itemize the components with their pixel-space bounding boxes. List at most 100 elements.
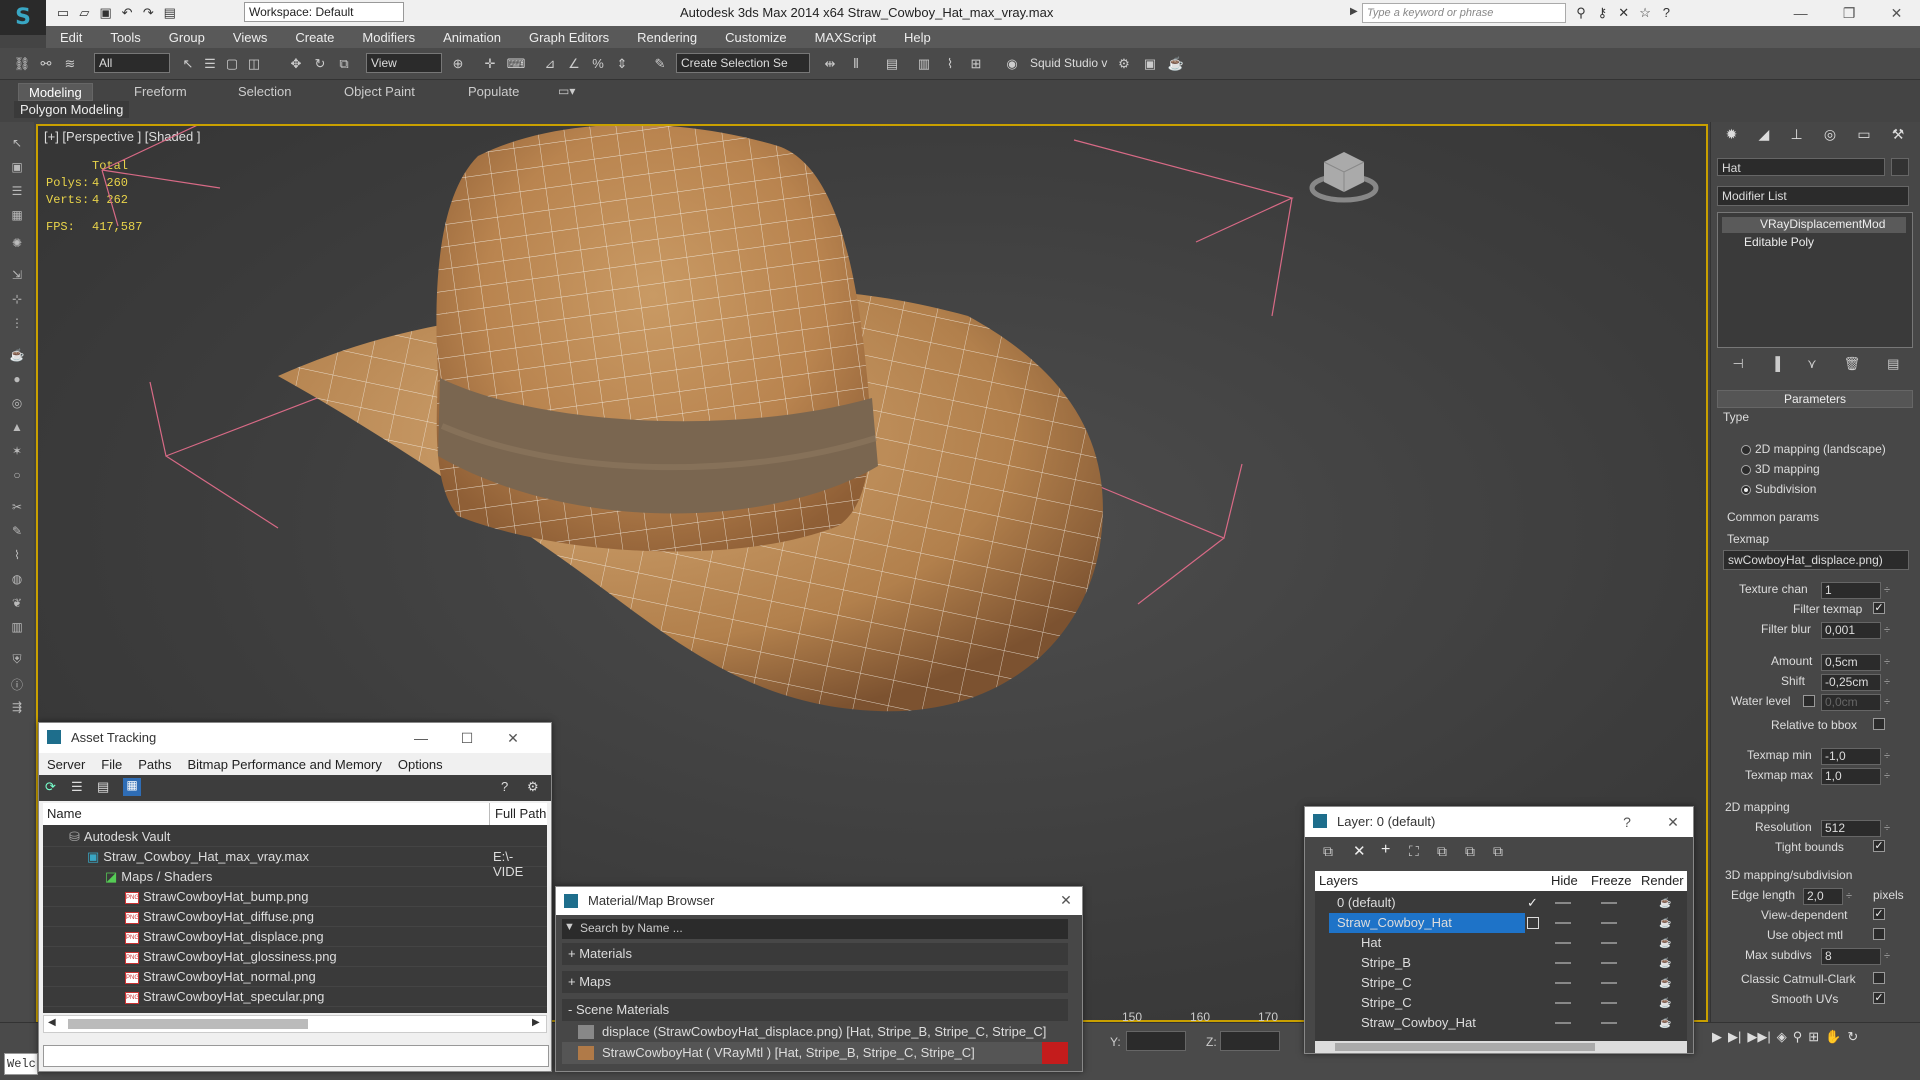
pivot-center-icon[interactable]: ⊕ xyxy=(448,54,468,74)
sphere-tool-icon[interactable]: ● xyxy=(8,372,26,388)
y-coord-input[interactable] xyxy=(1126,1031,1186,1051)
menu-tools[interactable]: Tools xyxy=(96,30,154,45)
select-manipulate-icon[interactable]: ✛ xyxy=(480,54,500,74)
leaf-tool-icon[interactable]: ❦ xyxy=(8,596,26,612)
restore-icon[interactable]: ❐ xyxy=(1843,5,1856,22)
hide-all-icon[interactable]: ⧉ xyxy=(1465,843,1475,860)
star-icon[interactable]: ☆ xyxy=(1636,4,1654,22)
bind-space-warp-icon[interactable]: ≋ xyxy=(60,54,80,74)
layer-window-titlebar[interactable]: Layer: 0 (default) ? ✕ xyxy=(1305,807,1693,837)
radio-2d-mapping[interactable] xyxy=(1741,445,1751,455)
material-editor-icon[interactable]: ◉ xyxy=(1002,54,1022,74)
hide-toggle[interactable] xyxy=(1555,922,1571,924)
render-teapot-icon[interactable]: ☕ xyxy=(1659,958,1671,969)
close-icon[interactable]: ✕ xyxy=(501,727,525,749)
grid-tool-icon[interactable]: ▦ xyxy=(8,208,26,224)
search-expand-icon[interactable]: ▶ xyxy=(1350,6,1360,20)
render-teapot-icon[interactable]: ☕ xyxy=(1659,998,1671,1009)
render-teapot-icon[interactable]: ☕ xyxy=(1659,1018,1671,1029)
relative-bbox-checkbox[interactable] xyxy=(1873,718,1885,730)
next-frame-icon[interactable]: ▶| xyxy=(1728,1029,1741,1075)
table-row[interactable]: ◪ Maps / Shaders xyxy=(43,867,547,887)
keyboard-shortcut-icon[interactable]: ⌨ xyxy=(506,54,526,74)
highlight-layer-icon[interactable]: ⧉ xyxy=(1437,843,1447,860)
menu-paths[interactable]: Paths xyxy=(130,757,179,772)
pivot-tool-icon[interactable]: ⊹ xyxy=(8,292,26,308)
scroll-left-icon[interactable]: ◀ xyxy=(48,1017,56,1028)
save-icon[interactable]: ▣ xyxy=(97,4,115,22)
layer-object-row[interactable]: Stripe_B ☕ xyxy=(1315,953,1687,973)
scroll-thumb[interactable] xyxy=(68,1019,308,1029)
stack-item-vray-displacement[interactable]: VRayDisplacementMod xyxy=(1722,217,1906,233)
list-item-selected[interactable]: StrawCowboyHat ( VRayMtl ) [Hat, Stripe_… xyxy=(562,1042,1068,1064)
select-object-icon[interactable]: ↖ xyxy=(178,54,198,74)
refresh-icon[interactable]: ⟳ xyxy=(45,779,56,795)
remove-modifier-icon[interactable]: 🗑 xyxy=(1844,356,1861,376)
max-subdivs-spinner[interactable]: 8 xyxy=(1821,948,1890,965)
layer-scroll-thumb[interactable] xyxy=(1335,1043,1595,1051)
scene-explorer-icon[interactable]: ▥ xyxy=(914,54,934,74)
hide-toggle[interactable] xyxy=(1555,1002,1571,1004)
menu-edit[interactable]: Edit xyxy=(46,30,96,45)
ribbon-options-icon[interactable]: ▭▾ xyxy=(558,84,575,98)
array-tool-icon[interactable]: ⋮ xyxy=(8,316,26,332)
teapot-tool-icon[interactable]: ☕ xyxy=(8,348,26,364)
tab-populate[interactable]: Populate xyxy=(458,83,529,101)
layer-object-row[interactable]: Stripe_C ☕ xyxy=(1315,993,1687,1013)
minimize-icon[interactable]: — xyxy=(1794,5,1808,21)
radio-subdivision[interactable] xyxy=(1741,485,1751,495)
scale-tool-icon[interactable]: ⇲ xyxy=(8,268,26,284)
group-materials[interactable]: + Materials xyxy=(562,943,1068,965)
spinner-snap-icon[interactable]: ⇕ xyxy=(612,54,632,74)
key-icon[interactable]: ⚷ xyxy=(1593,4,1611,22)
open-file-icon[interactable]: ▱ xyxy=(75,4,93,22)
close-icon[interactable]: ✕ xyxy=(1891,5,1903,22)
scale-icon[interactable]: ⧉ xyxy=(334,54,354,74)
table-row[interactable]: PNG StrawCowboyHat_specular.png xyxy=(43,987,547,1007)
pan-icon[interactable]: ✋ xyxy=(1825,1029,1841,1075)
workspace-dropdown[interactable]: Workspace: Default xyxy=(244,2,404,22)
nav-tool-icon[interactable]: ⇶ xyxy=(8,700,26,716)
column-name-header[interactable]: Name xyxy=(47,806,82,821)
catmull-clark-checkbox[interactable] xyxy=(1873,972,1885,984)
configure-sets-icon[interactable]: ▤ xyxy=(1887,356,1899,376)
select-tool-icon[interactable]: ↖ xyxy=(8,136,26,152)
menu-options[interactable]: Options xyxy=(390,757,451,772)
minimize-icon[interactable]: — xyxy=(409,727,433,749)
help-icon[interactable]: ? xyxy=(1615,811,1639,833)
mirror-icon[interactable]: ⇹ xyxy=(820,54,840,74)
table-row[interactable]: ⛁ Autodesk Vault xyxy=(43,827,547,847)
asset-tracking-titlebar[interactable]: Asset Tracking — ☐ ✕ xyxy=(39,723,551,753)
rectangle-selection-icon[interactable]: ▢ xyxy=(222,54,242,74)
asset-settings-icon[interactable]: ⚙ xyxy=(527,779,539,795)
list-tool-icon[interactable]: ☰ xyxy=(8,184,26,200)
tab-object-paint[interactable]: Object Paint xyxy=(334,83,425,101)
move-icon[interactable]: ✥ xyxy=(286,54,306,74)
create-layer-icon[interactable]: ⧉ xyxy=(1323,843,1333,860)
layer-object-row[interactable]: Stripe_C ☕ xyxy=(1315,973,1687,993)
shield-tool-icon[interactable]: ⛨ xyxy=(8,652,26,668)
list-item[interactable]: displace (StrawCowboyHat_displace.png) [… xyxy=(562,1021,1068,1043)
select-objects-icon[interactable]: ⛶ xyxy=(1409,843,1419,860)
table-row[interactable]: PNG StrawCowboyHat_glossiness.png xyxy=(43,947,547,967)
angle-snap-icon[interactable]: ∠ xyxy=(564,54,584,74)
layer-horizontal-scrollbar[interactable] xyxy=(1315,1041,1687,1053)
project-folder-icon[interactable]: ▤ xyxy=(161,4,179,22)
curve-editor-icon[interactable]: ⌇ xyxy=(940,54,960,74)
texmap-button[interactable]: swCowboyHat_displace.png) xyxy=(1723,550,1909,570)
star-tool-icon[interactable]: ✶ xyxy=(8,444,26,460)
horizontal-scrollbar[interactable]: ◀ ▶ xyxy=(43,1015,547,1033)
hide-column-header[interactable]: Hide xyxy=(1551,873,1578,888)
freeze-toggle[interactable] xyxy=(1601,1022,1617,1024)
exchange-icon[interactable]: ✕ xyxy=(1615,4,1633,22)
create-tab-icon[interactable]: ✹ xyxy=(1726,126,1738,148)
layer-object-row[interactable]: Hat ☕ xyxy=(1315,933,1687,953)
texmap-max-spinner[interactable]: 1,0 xyxy=(1821,768,1890,785)
paint-tool-icon[interactable]: ✎ xyxy=(8,524,26,540)
menu-server[interactable]: Server xyxy=(39,757,93,772)
hide-toggle[interactable] xyxy=(1555,942,1571,944)
pin-stack-icon[interactable]: ⊣ xyxy=(1733,356,1744,376)
render-teapot-icon[interactable]: ☕ xyxy=(1659,938,1671,949)
water-level-spinner[interactable]: 0,0cm xyxy=(1821,694,1890,711)
selection-filter-dropdown[interactable]: All xyxy=(94,53,170,73)
